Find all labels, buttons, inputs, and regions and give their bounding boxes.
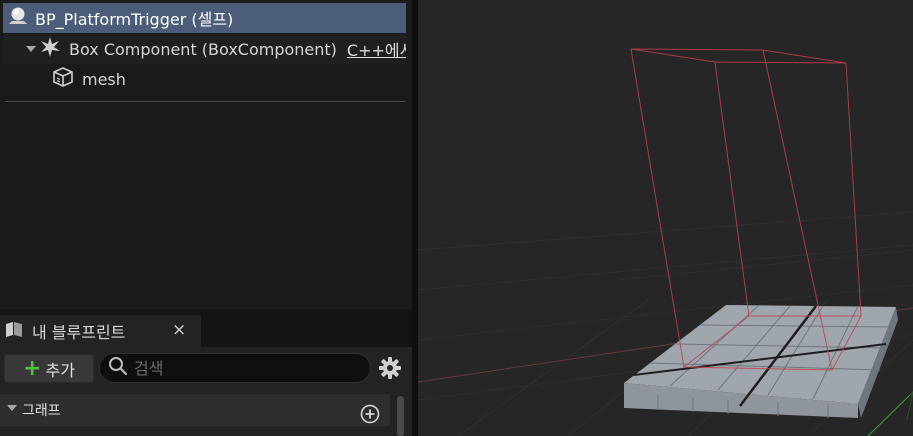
graph-section-label: 그래프 — [22, 403, 61, 419]
chevron-down-icon[interactable] — [25, 40, 37, 59]
component-root-label: BP_PlatformTrigger (셀프) — [35, 10, 234, 29]
scrollbar[interactable] — [397, 396, 404, 436]
add-button[interactable]: + 추가 — [4, 354, 94, 383]
graph-section-header[interactable]: 그래프 — [0, 394, 390, 426]
gear-icon[interactable] — [378, 356, 402, 384]
blueprint-book-icon — [4, 320, 24, 342]
grid-y-axis — [867, 391, 913, 436]
close-icon[interactable]: × — [172, 320, 186, 340]
chevron-down-icon[interactable] — [6, 402, 18, 418]
platform-mesh — [624, 305, 898, 418]
search-box[interactable] — [99, 353, 371, 383]
component-mesh-label: mesh — [82, 69, 126, 89]
divider — [5, 101, 405, 102]
component-box-label: Box Component (BoxComponent) — [69, 39, 337, 59]
components-panel: BP_PlatformTrigger (셀프) Box Component (B… — [0, 0, 412, 436]
cpp-source-link[interactable]: C++에서 — [347, 37, 406, 61]
search-input[interactable] — [134, 358, 334, 378]
box-collision-icon — [39, 36, 61, 62]
tab-label: 내 블루프린트 — [32, 323, 126, 342]
tab-my-blueprint[interactable]: 내 블루프린트 × — [0, 315, 201, 347]
plus-icon: + — [23, 355, 42, 381]
actor-sphere-icon — [7, 5, 29, 31]
search-icon — [108, 356, 128, 380]
component-row-box[interactable]: Box Component (BoxComponent) C++에서 — [3, 34, 406, 64]
my-blueprint-tabbar: 내 블루프린트 × — [0, 309, 412, 347]
viewport[interactable] — [418, 0, 913, 436]
plus-circle-icon[interactable] — [360, 404, 380, 428]
component-row-mesh[interactable]: mesh — [3, 64, 406, 94]
viewport-scene — [418, 48, 913, 436]
add-button-label: 추가 — [45, 360, 75, 380]
static-mesh-cube-icon — [52, 66, 74, 92]
component-row-root[interactable]: BP_PlatformTrigger (셀프) — [3, 3, 406, 33]
my-blueprint-body: + 추가 검색 그래프 — [0, 347, 412, 436]
